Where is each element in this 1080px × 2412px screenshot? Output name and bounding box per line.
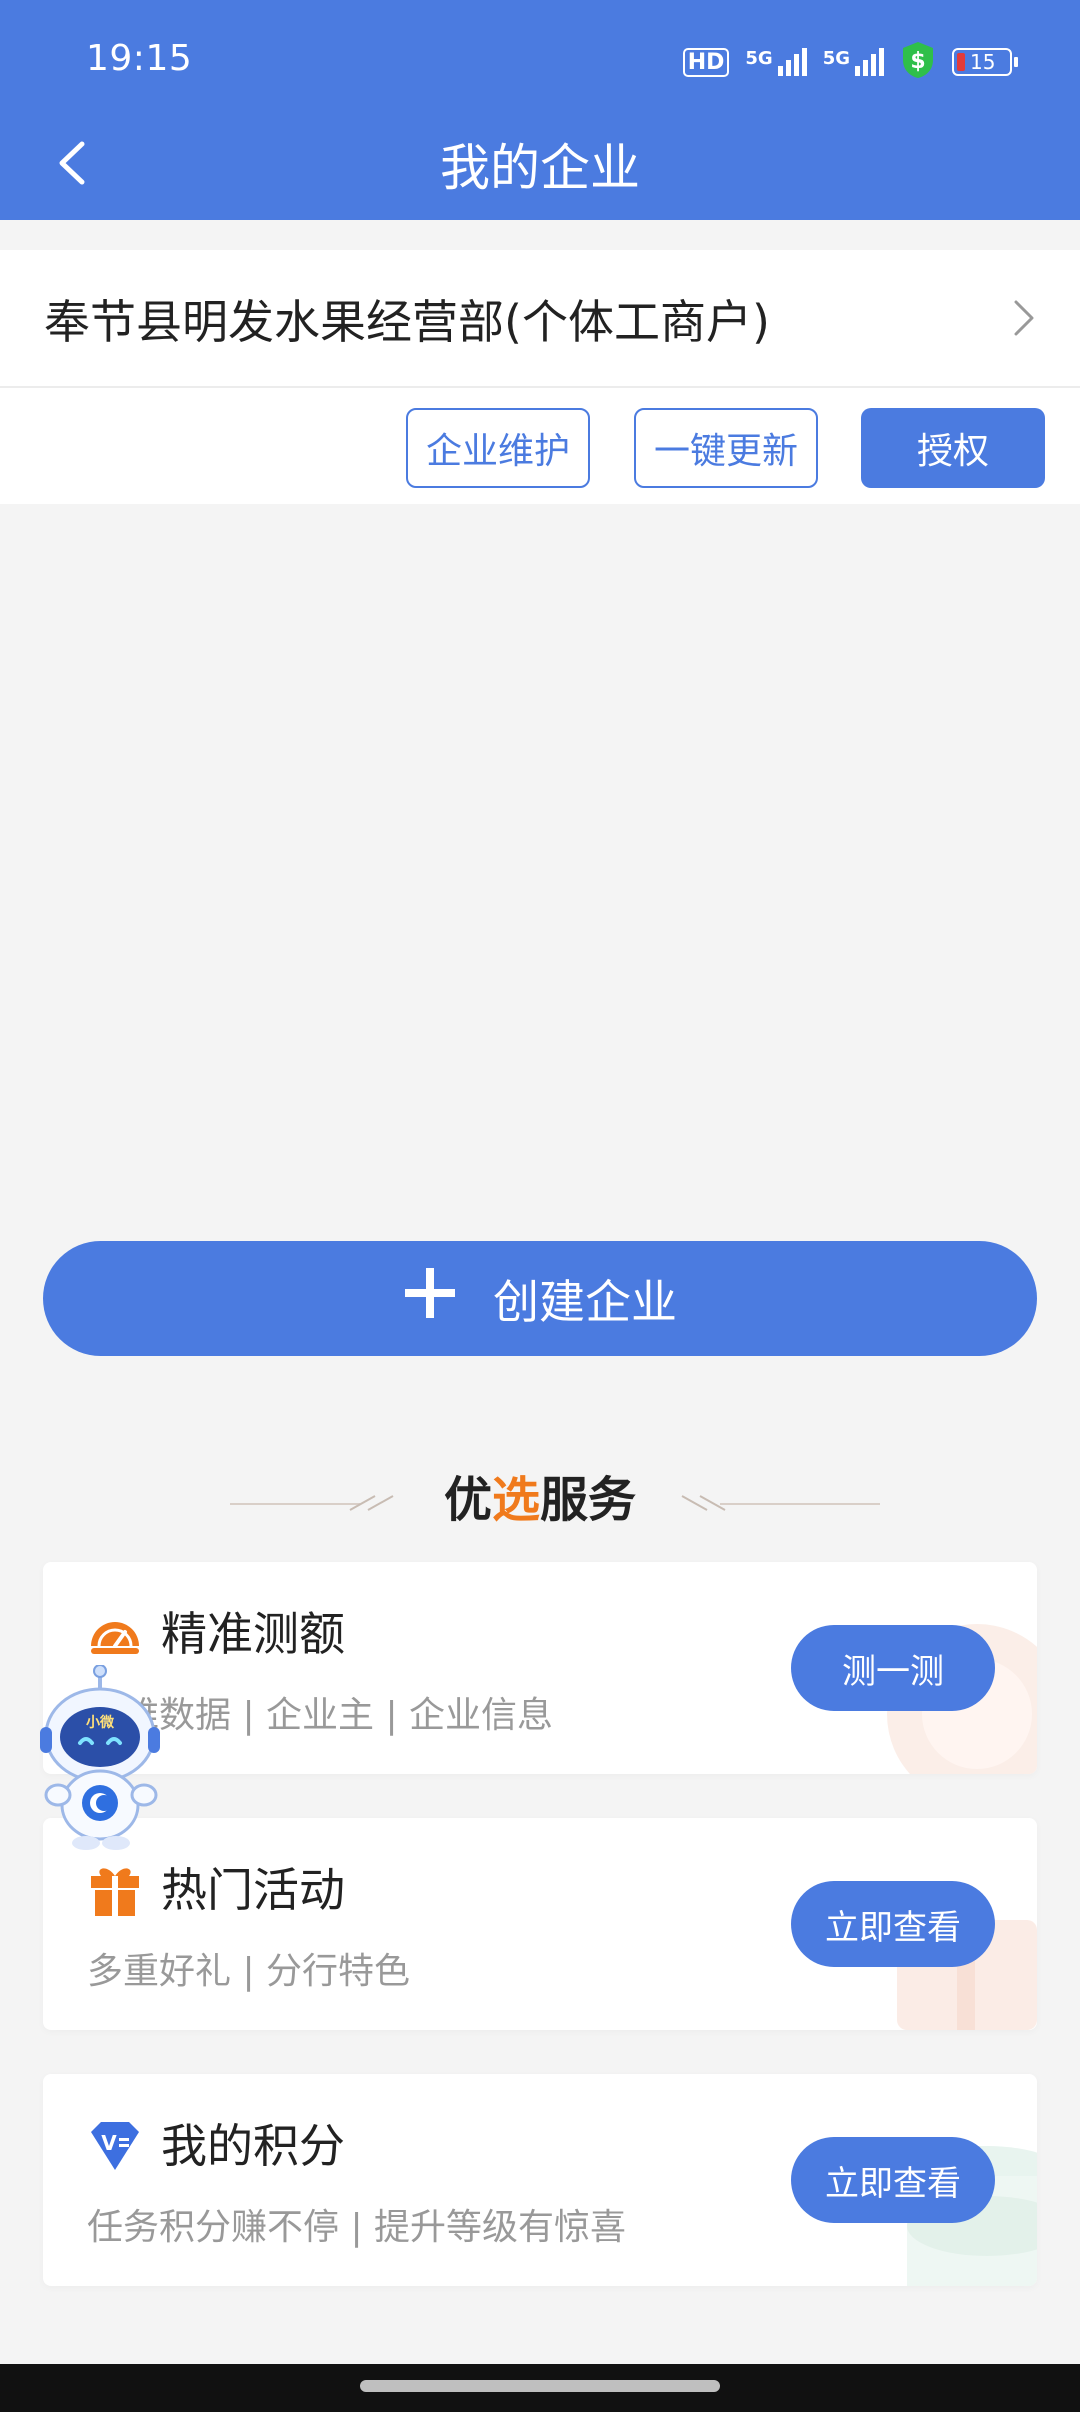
test-quota-button[interactable]: 测一测 bbox=[791, 1625, 995, 1711]
page-title: 我的企业 bbox=[440, 139, 640, 197]
create-company-button[interactable]: 创建企业 bbox=[43, 1241, 1037, 1356]
plus-icon bbox=[403, 1266, 457, 1331]
section-deco-right bbox=[680, 1492, 880, 1512]
signal-icon-2: 5G bbox=[823, 48, 884, 76]
company-item[interactable]: 奉节县明发水果经营部(个体工商户) bbox=[0, 250, 1080, 386]
status-time: 19:15 bbox=[86, 38, 193, 79]
service-subtitle: 任务积分赚不停 | 提升等级有惊喜 bbox=[87, 2207, 627, 2248]
service-title: 我的积分 bbox=[161, 2119, 345, 2173]
assistant-mascot-icon[interactable]: 小微 bbox=[36, 1664, 164, 1851]
view-activities-button[interactable]: 立即查看 bbox=[791, 1881, 995, 1967]
speedometer-icon bbox=[87, 1606, 143, 1662]
service-card-quota[interactable]: 精准测额 多维数据 | 企业主 | 企业信息 测一测 bbox=[43, 1562, 1037, 1774]
signal-icon: 5G bbox=[745, 48, 807, 76]
svg-text:V: V bbox=[101, 2131, 117, 2155]
home-indicator[interactable] bbox=[360, 2380, 720, 2392]
service-card-activities[interactable]: 热门活动 多重好礼 | 分行特色 立即查看 bbox=[43, 1818, 1037, 2030]
create-company-label: 创建企业 bbox=[493, 1274, 677, 1329]
service-title: 精准测额 bbox=[161, 1607, 345, 1661]
gift-icon bbox=[87, 1862, 143, 1918]
app-header: 19:15 HD 5G 5G $ 15 我的企业 bbox=[0, 0, 1080, 220]
svg-text:$: $ bbox=[910, 49, 925, 74]
maintain-button[interactable]: 企业维护 bbox=[406, 408, 590, 488]
company-actions: 企业维护 一键更新 授权 bbox=[0, 388, 1080, 504]
svg-text:小微: 小微 bbox=[86, 1714, 115, 1731]
hd-icon: HD bbox=[682, 47, 730, 77]
v-points-icon: V bbox=[87, 2118, 143, 2174]
battery-icon: 15 bbox=[952, 48, 1018, 76]
update-button[interactable]: 一键更新 bbox=[634, 408, 818, 488]
shield-dollar-icon: $ bbox=[900, 40, 936, 84]
view-points-button[interactable]: 立即查看 bbox=[791, 2137, 995, 2223]
company-name: 奉节县明发水果经营部(个体工商户) bbox=[44, 295, 770, 349]
service-title: 热门活动 bbox=[161, 1863, 345, 1917]
service-card-points[interactable]: V 我的积分 任务积分赚不停 | 提升等级有惊喜 立即查看 bbox=[43, 2074, 1037, 2286]
section-title: 优选服务 bbox=[443, 1472, 637, 1528]
authorize-button[interactable]: 授权 bbox=[861, 408, 1045, 488]
service-subtitle: 多重好礼 | 分行特色 bbox=[87, 1951, 411, 1992]
status-icons: HD 5G 5G $ 15 bbox=[682, 42, 1018, 80]
chevron-right-icon bbox=[1008, 294, 1040, 342]
